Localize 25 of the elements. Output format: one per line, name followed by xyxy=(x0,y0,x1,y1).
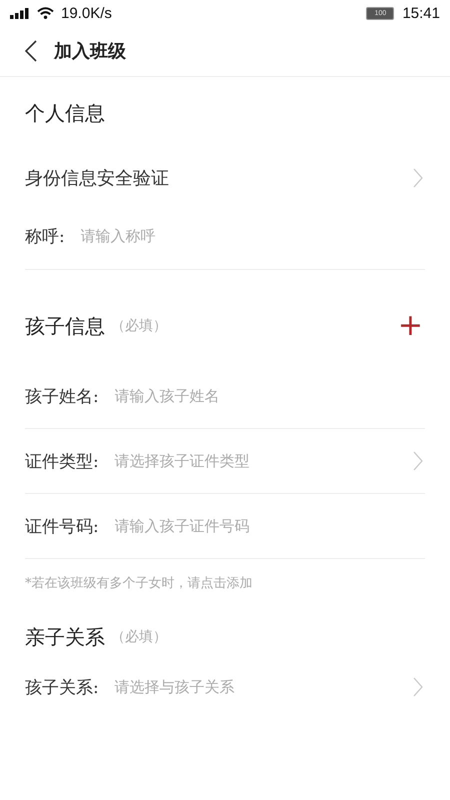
input-field[interactable]: 请输入称呼 xyxy=(80,227,301,245)
verification-link[interactable]: 身份信息安全验证 xyxy=(25,166,169,190)
input-field[interactable]: 请输入孩子姓名 xyxy=(114,387,335,405)
field-label: 孩子姓名: xyxy=(25,386,99,408)
section-title: 个人信息 xyxy=(25,100,105,126)
field-label: 证件号码: xyxy=(25,516,99,538)
chevron-right-icon xyxy=(413,451,423,471)
field-label: 孩子关系: xyxy=(25,676,99,698)
signal-icon xyxy=(10,8,30,18)
required-hint: （必填） xyxy=(111,628,167,646)
section-title: 孩子信息 xyxy=(25,312,105,340)
field-label: 证件类型: xyxy=(25,450,99,472)
back-icon[interactable] xyxy=(25,40,37,62)
chevron-right-icon xyxy=(413,168,423,188)
page-title: 加入班级 xyxy=(54,40,126,63)
wifi-icon xyxy=(37,7,54,19)
input-field[interactable]: 请输入孩子证件号码 xyxy=(114,517,335,535)
required-hint: （必填） xyxy=(111,317,167,335)
section-title: 亲子关系 xyxy=(25,624,105,650)
clock: 15:41 xyxy=(402,4,440,22)
field-label: 称呼: xyxy=(25,226,65,248)
network-speed: 19.0K/s xyxy=(61,4,112,22)
hint-note: *若在该班级有多个子女时，请点击添加 xyxy=(25,575,254,593)
chevron-right-icon xyxy=(413,677,423,697)
add-button[interactable]: + xyxy=(396,311,425,341)
